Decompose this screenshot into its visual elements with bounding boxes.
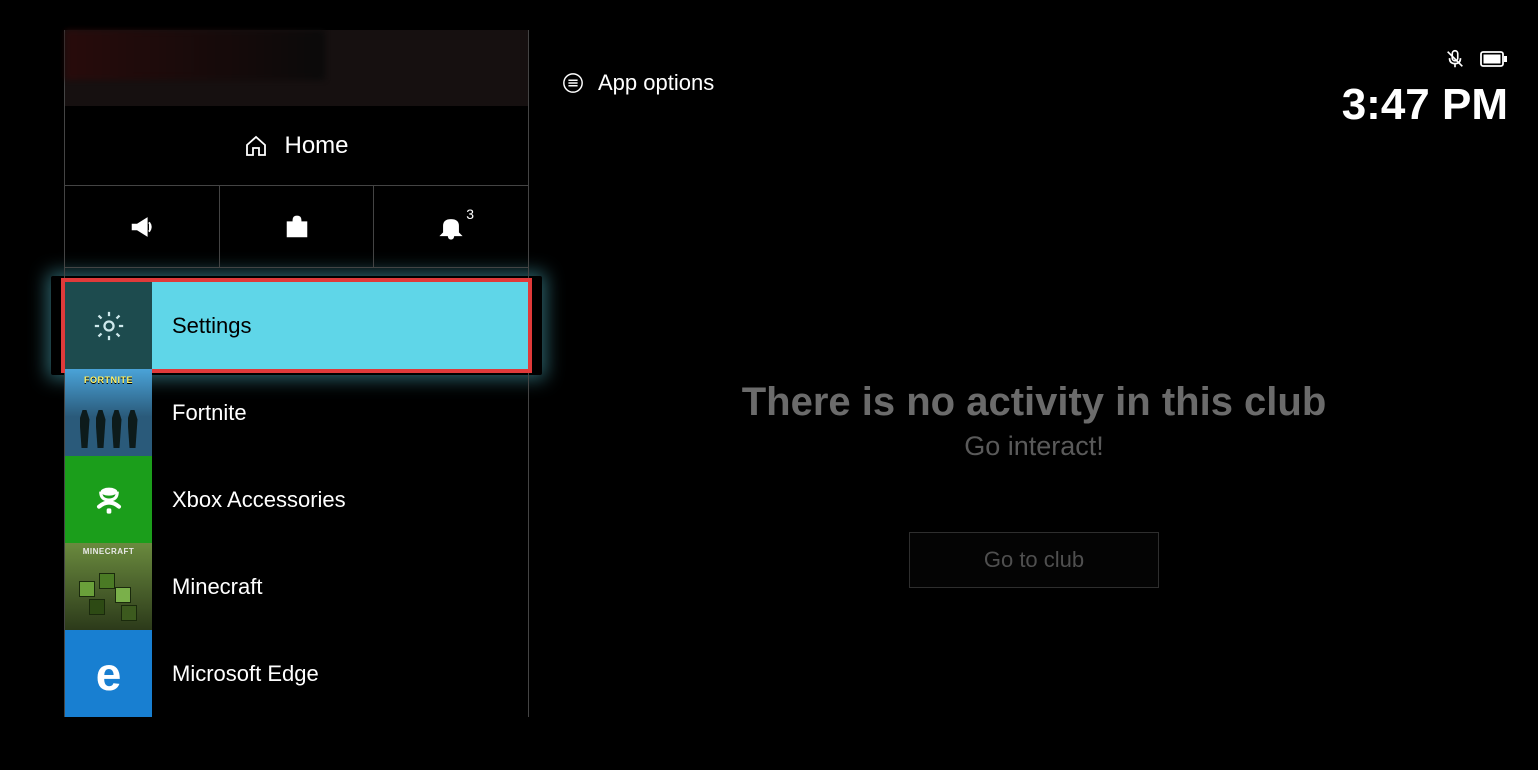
tab-notifications[interactable]: 3 [374,186,528,267]
sidebar-item-label: Fortnite [172,400,247,426]
sidebar-item-minecraft[interactable]: Minecraft [65,543,528,630]
empty-state-subtitle: Go interact! [560,431,1508,462]
sidebar-item-label: Microsoft Edge [172,661,319,687]
notification-badge: 3 [466,206,474,222]
sidebar-item-settings[interactable]: Settings [65,282,528,369]
tab-achievements[interactable] [65,186,220,267]
home-label: Home [284,132,348,160]
sidebar-item-label: Minecraft [172,574,262,600]
edge-icon: e [96,647,122,701]
go-to-club-label: Go to club [984,547,1084,573]
go-to-club-button[interactable]: Go to club [909,532,1159,588]
store-icon [283,213,311,241]
fortnite-tile [65,369,152,456]
sidebar-item-fortnite[interactable]: Fortnite [65,369,528,456]
sidebar-item-accessories[interactable]: Xbox Accessories [65,456,528,543]
home-icon [244,134,268,158]
settings-tile [65,282,152,369]
guide-sidebar: Home 3 [64,30,529,717]
status-icons [1444,48,1508,70]
minecraft-tile [65,543,152,630]
sidebar-item-label: Settings [172,313,252,339]
guide-tabs: 3 [65,186,528,268]
clock: 3:47 PM [1342,80,1508,130]
bell-icon [437,213,465,241]
empty-state-title: There is no activity in this club [560,380,1508,425]
profile-panel[interactable] [65,30,528,106]
gear-icon [92,309,126,343]
menu-circle-icon [562,72,584,94]
profile-avatar-blurred [65,30,325,80]
empty-state: There is no activity in this club Go int… [560,380,1508,588]
megaphone-icon [128,213,156,241]
accessories-tile [65,456,152,543]
app-options-button[interactable]: App options [562,70,714,96]
sidebar-item-label: Xbox Accessories [172,487,346,513]
battery-icon [1480,50,1508,68]
tab-store[interactable] [220,186,375,267]
sidebar-item-edge[interactable]: e Microsoft Edge [65,630,528,717]
edge-tile: e [65,630,152,717]
mic-muted-icon [1444,48,1466,70]
app-options-label: App options [598,70,714,96]
accessories-icon [89,480,129,520]
home-button[interactable]: Home [65,106,528,186]
